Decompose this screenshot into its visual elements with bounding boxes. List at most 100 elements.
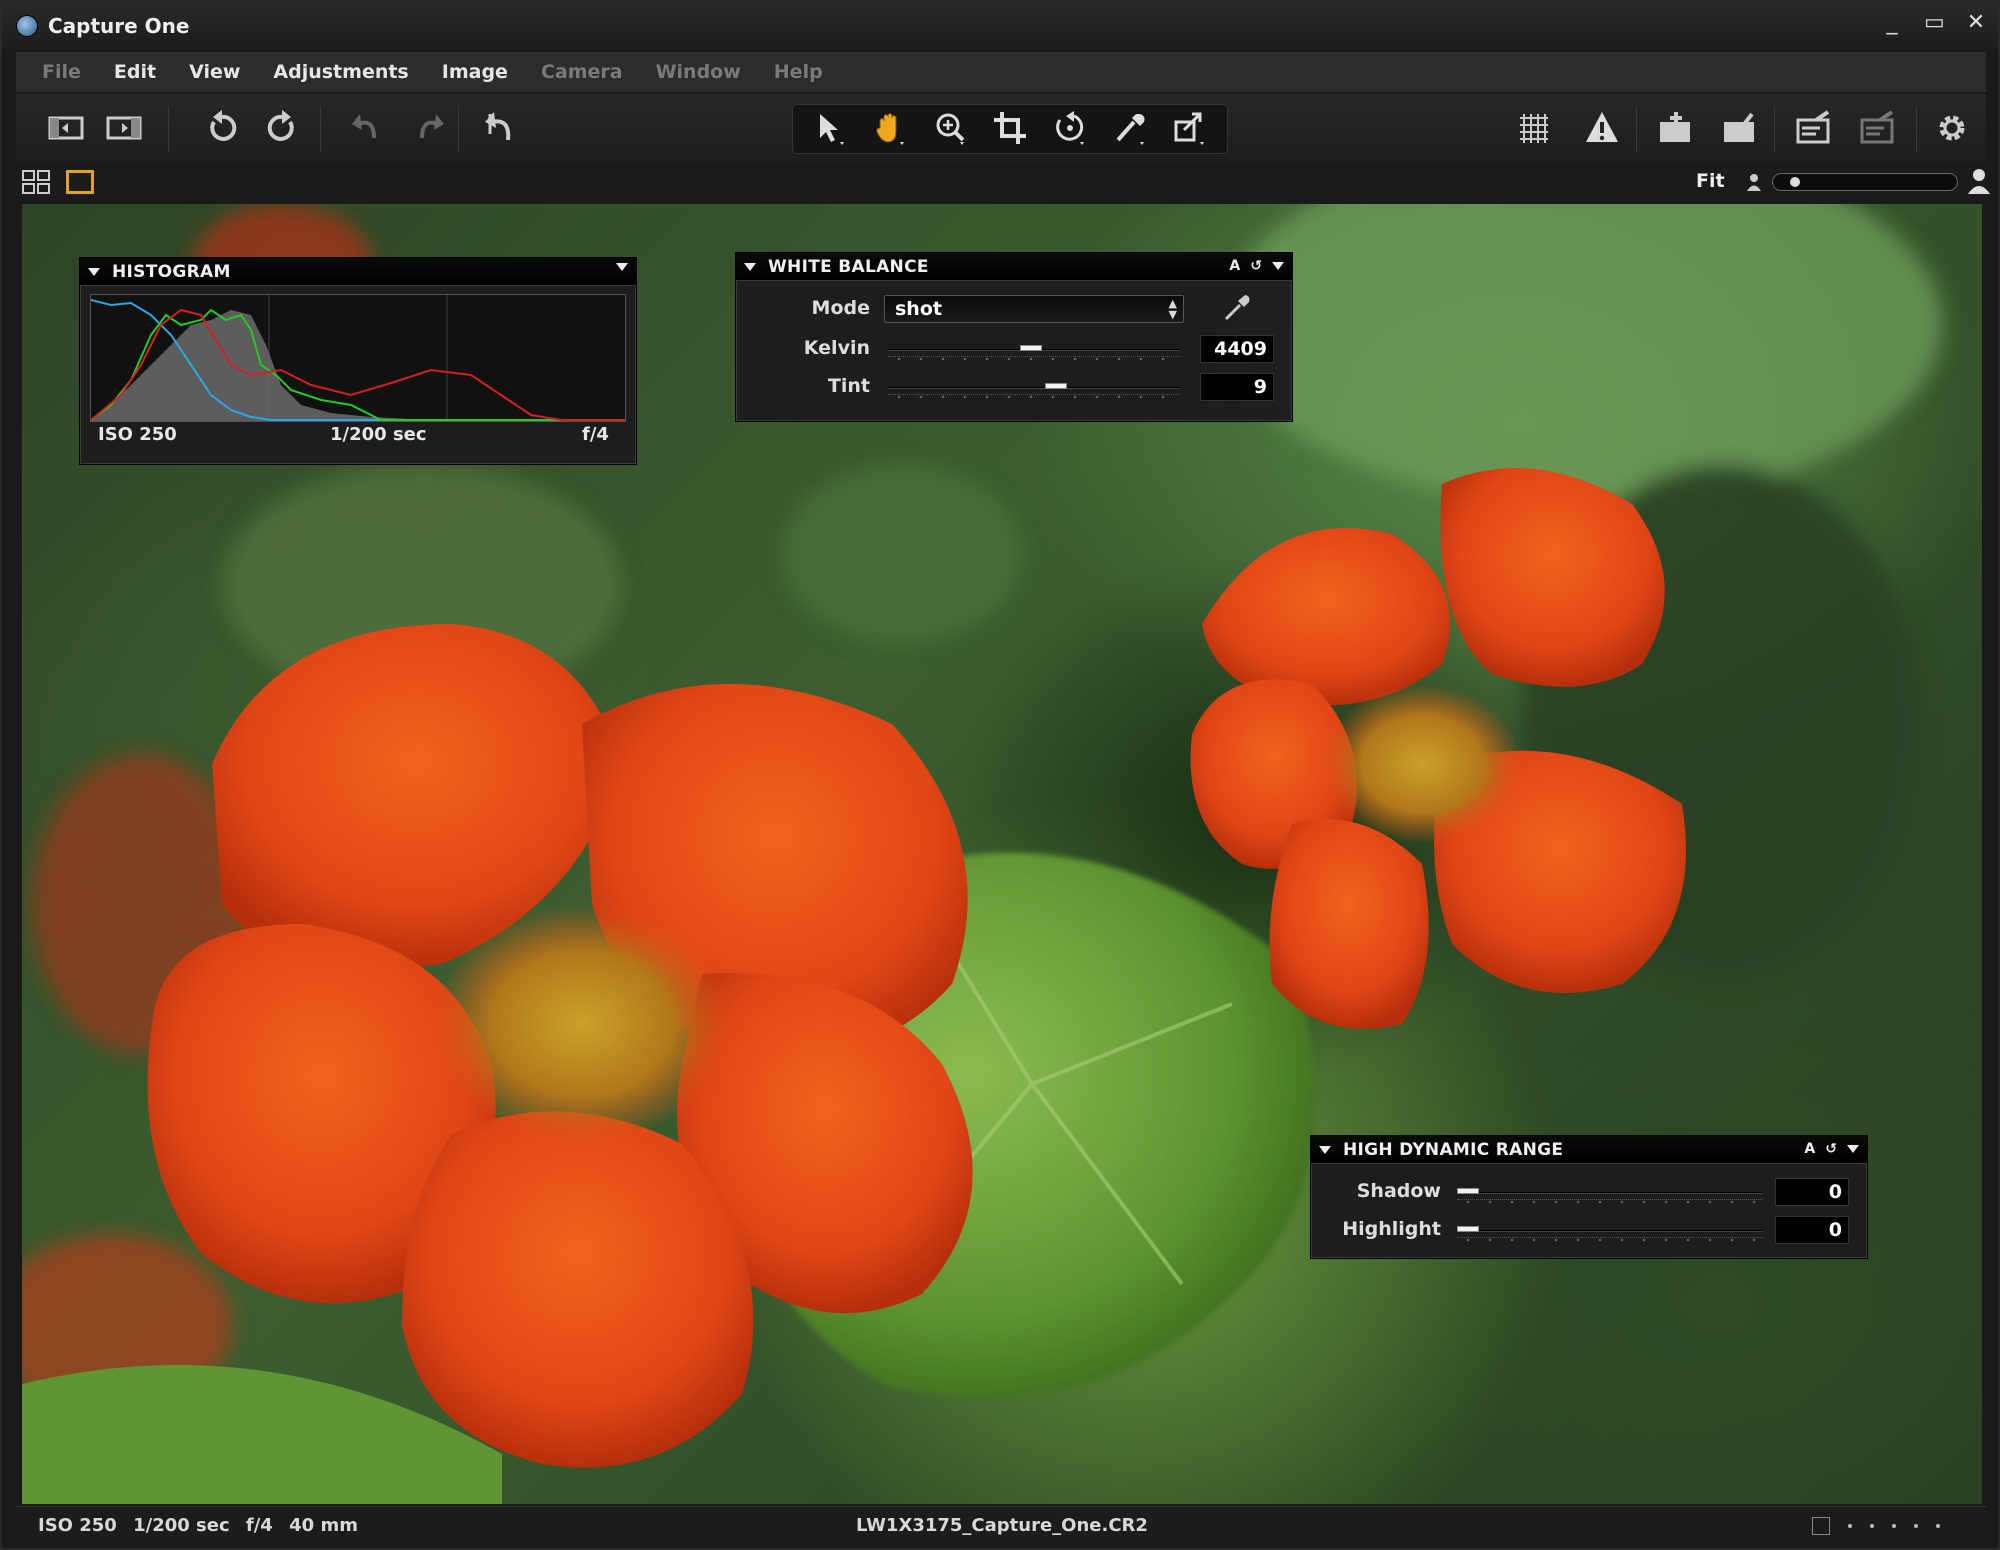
viewer-toggle-button[interactable]	[100, 106, 148, 150]
hdr-shadow-row: Shadow 0	[1311, 1176, 1869, 1208]
color-picker-icon	[1116, 114, 1145, 145]
exposure-warning-button[interactable]	[1578, 106, 1626, 150]
select-tool-button[interactable]	[806, 106, 854, 150]
maximize-button[interactable]: ▭	[1924, 8, 1945, 38]
menu-window[interactable]: Window	[656, 61, 741, 83]
image-viewer[interactable]: HISTOGRAM ISO 250 1/200 sec f/4 WHITE BA…	[22, 204, 1982, 1504]
wb-mode-row: Mode shot ▲ ▼	[736, 293, 1294, 325]
hand-icon	[876, 113, 904, 145]
wb-picker-icon[interactable]	[1220, 291, 1254, 325]
shadow-slider[interactable]	[1457, 1186, 1763, 1204]
kelvin-slider[interactable]	[888, 343, 1180, 361]
panel-menu-arrow-icon[interactable]	[1272, 262, 1284, 270]
straighten-icon	[1056, 111, 1084, 145]
zoom-icon	[936, 113, 965, 145]
toolbar	[16, 94, 1986, 162]
kelvin-value-field[interactable]: 4409	[1200, 335, 1274, 363]
rotate-left-button[interactable]	[198, 106, 246, 150]
status-dot-icon[interactable]	[1936, 1524, 1940, 1528]
close-button[interactable]: ✕	[1966, 8, 1986, 38]
grid-view-icon[interactable]	[22, 170, 50, 194]
status-dot-icon[interactable]	[1892, 1524, 1896, 1528]
spot-tool-button[interactable]	[1166, 106, 1214, 150]
collapse-arrow-icon[interactable]	[88, 267, 100, 276]
wb-mode-select[interactable]: shot ▲ ▼	[884, 295, 1184, 323]
add-capture-button[interactable]	[1652, 106, 1700, 150]
collapse-arrow-icon[interactable]	[744, 262, 756, 271]
color-picker-tool-button[interactable]	[1106, 106, 1154, 150]
undo-button[interactable]	[342, 106, 390, 150]
status-bar: ISO 250 1/200 sec f/4 40 mm LW1X3175_Cap…	[16, 1506, 1986, 1544]
reset-button[interactable]	[476, 106, 524, 150]
reset-icon	[485, 112, 511, 141]
zoom-out-person-icon[interactable]	[1744, 172, 1764, 192]
menu-adjustments[interactable]: Adjustments	[273, 61, 408, 83]
panel-menu-arrow-icon[interactable]	[616, 263, 628, 271]
output-button[interactable]	[1716, 106, 1764, 150]
pan-tool-button[interactable]	[866, 106, 914, 150]
viewer-toggle-icon	[106, 116, 142, 140]
reset-panel-icon[interactable]: ↺	[1825, 1141, 1837, 1157]
grid-button[interactable]	[1510, 106, 1558, 150]
minimize-button[interactable]: _	[1882, 8, 1902, 38]
shadow-value-field[interactable]: 0	[1775, 1178, 1849, 1206]
white-balance-header[interactable]: WHITE BALANCE A ↺	[736, 253, 1292, 281]
status-dot-icon[interactable]	[1848, 1524, 1852, 1528]
settings-button[interactable]	[1928, 106, 1976, 150]
menu-help[interactable]: Help	[774, 61, 823, 83]
tint-value-field[interactable]: 9	[1200, 373, 1274, 401]
wb-tint-label: Tint	[827, 375, 870, 397]
histogram-aperture: f/4	[582, 424, 609, 445]
batch-button[interactable]	[1854, 106, 1902, 150]
rotate-right-button[interactable]	[258, 106, 306, 150]
status-dot-icon[interactable]	[1870, 1524, 1874, 1528]
menu-edit[interactable]: Edit	[114, 61, 156, 83]
window-title: Capture One	[48, 14, 190, 38]
zoom-slider-knob[interactable]	[1790, 177, 1801, 187]
status-square-icon[interactable]	[1812, 1517, 1830, 1535]
zoom-fit-label[interactable]: Fit	[1696, 170, 1725, 192]
viewer-header: Fit	[16, 164, 1990, 200]
highlight-slider[interactable]	[1457, 1224, 1763, 1242]
menu-camera[interactable]: Camera	[541, 61, 623, 83]
process-button[interactable]	[1790, 106, 1838, 150]
title-bar: Capture One _ ▭ ✕	[2, 2, 1998, 50]
histogram-header[interactable]: HISTOGRAM	[80, 258, 636, 286]
straighten-tool-button[interactable]	[1046, 106, 1094, 150]
collapse-arrow-icon[interactable]	[1319, 1145, 1331, 1154]
panel-menu-arrow-icon[interactable]	[1847, 1145, 1859, 1153]
tint-slider-knob[interactable]	[1044, 383, 1067, 389]
redo-button[interactable]	[406, 106, 454, 150]
reset-panel-icon[interactable]: ↺	[1250, 258, 1262, 274]
highlight-slider-knob[interactable]	[1457, 1226, 1479, 1232]
menu-image[interactable]: Image	[442, 61, 508, 83]
menu-view[interactable]: View	[189, 61, 240, 83]
kelvin-slider-knob[interactable]	[1020, 345, 1043, 351]
zoom-in-person-icon[interactable]	[1966, 168, 1992, 194]
wb-kelvin-label: Kelvin	[803, 337, 870, 359]
hdr-panel: HIGH DYNAMIC RANGE A ↺ Shadow 0 Highligh…	[1310, 1135, 1868, 1259]
highlight-value-field[interactable]: 0	[1775, 1216, 1849, 1244]
tint-slider[interactable]	[888, 381, 1180, 399]
hdr-title: HIGH DYNAMIC RANGE	[1343, 1139, 1564, 1160]
single-view-icon[interactable]	[66, 170, 94, 194]
wb-mode-value: shot	[895, 298, 942, 320]
zoom-slider[interactable]	[1772, 173, 1958, 191]
histogram-shutter: 1/200 sec	[330, 424, 427, 445]
status-dot-icon[interactable]	[1914, 1524, 1918, 1528]
shadow-slider-knob[interactable]	[1457, 1188, 1479, 1194]
auto-button[interactable]: A	[1229, 258, 1240, 274]
zoom-tool-button[interactable]	[926, 106, 974, 150]
hdr-header[interactable]: HIGH DYNAMIC RANGE A ↺	[1311, 1136, 1867, 1164]
crop-tool-button[interactable]	[986, 106, 1034, 150]
add-capture-icon	[1660, 112, 1690, 142]
browser-toggle-button[interactable]	[42, 106, 90, 150]
histogram-panel: HISTOGRAM ISO 250 1/200 sec f/4	[79, 257, 637, 465]
menu-file[interactable]: File	[42, 61, 81, 83]
select-arrows-icon: ▲ ▼	[1168, 297, 1177, 321]
auto-button[interactable]: A	[1804, 1141, 1815, 1157]
status-focal: 40 mm	[289, 1515, 358, 1536]
wb-kelvin-row: Kelvin 4409	[736, 333, 1294, 365]
status-exif: ISO 250 1/200 sec f/4 40 mm	[38, 1515, 368, 1536]
wb-tint-row: Tint 9	[736, 371, 1294, 403]
